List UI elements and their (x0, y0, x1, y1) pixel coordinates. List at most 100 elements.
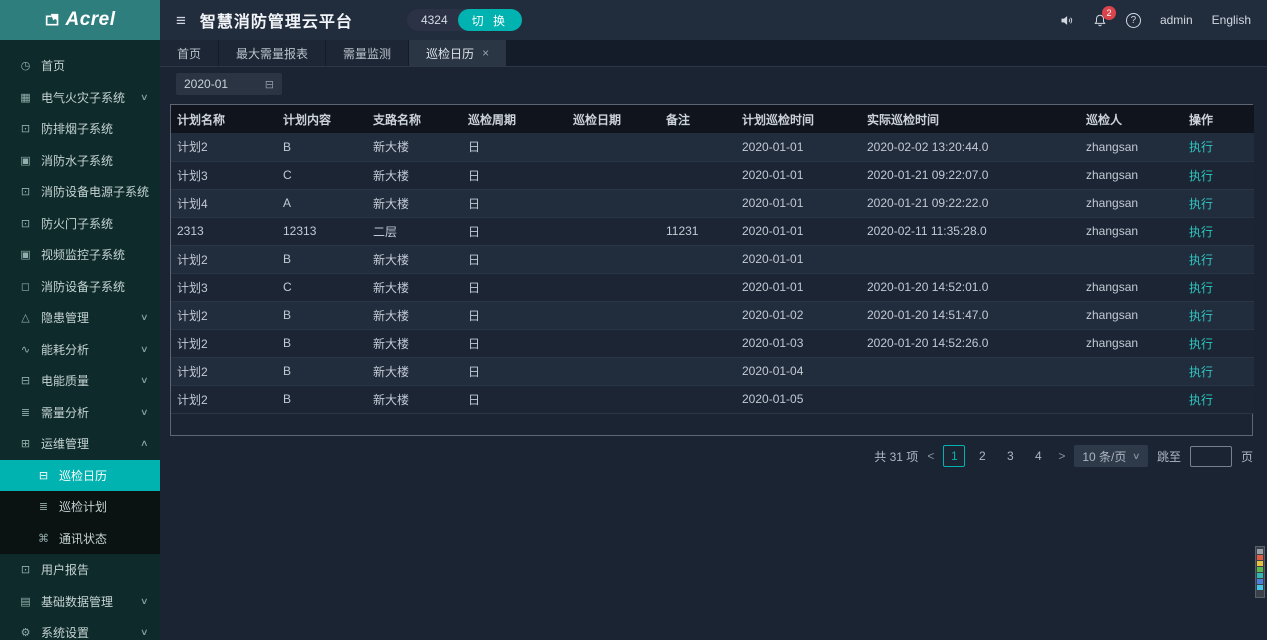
sidebar-item-power-quality[interactable]: ⊟电能质量∨ (0, 365, 160, 397)
table-row: 计划2B新大楼日2020-01-022020-01-20 14:51:47.0z… (171, 301, 1254, 329)
table-cell: 计划2 (171, 385, 277, 413)
table-cell: C (277, 273, 367, 301)
notifications-bell-icon[interactable]: 2 (1093, 13, 1107, 28)
table-cell (660, 385, 736, 413)
execute-link[interactable]: 执行 (1189, 365, 1213, 379)
close-icon[interactable]: × (482, 46, 489, 60)
execute-link[interactable]: 执行 (1189, 225, 1213, 239)
tab-bar: 首页 最大需量报表需量监测巡检日历× (160, 40, 1267, 67)
tab-max-demand-report[interactable]: 最大需量报表 (219, 40, 325, 66)
sidebar-item-communication-status[interactable]: ⌘通讯状态 (0, 523, 160, 555)
table-cell: 2020-01-04 (736, 357, 861, 385)
warning-icon: △ (18, 311, 33, 324)
page-button-2[interactable]: 2 (971, 445, 993, 467)
table-cell (861, 245, 1080, 273)
prev-page-icon[interactable]: < (927, 449, 934, 463)
action-cell: 执行 (1183, 133, 1254, 161)
sidebar-item-home[interactable]: ◷首页 (0, 50, 160, 82)
table-row: 计划2B新大楼日2020-01-01执行 (171, 245, 1254, 273)
execute-link[interactable]: 执行 (1189, 169, 1213, 183)
sidebar-item-ops-management-label: 运维管理 (41, 435, 89, 452)
sidebar-item-electrical-fire[interactable]: ▦电气火灾子系统∨ (0, 82, 160, 114)
sidebar-item-smoke-control-label: 防排烟子系统 (41, 120, 113, 137)
sidebar-item-fire-equipment[interactable]: ◻消防设备子系统 (0, 271, 160, 303)
table-cell: 日 (462, 329, 567, 357)
next-page-icon[interactable]: > (1058, 449, 1065, 463)
list-icon: ≣ (18, 406, 33, 419)
execute-link[interactable]: 执行 (1189, 337, 1213, 351)
list-icon: ≣ (36, 500, 51, 513)
tab-home-label: 首页 (177, 45, 201, 62)
execute-link[interactable]: 执行 (1189, 253, 1213, 267)
table-cell: 新大楼 (367, 357, 462, 385)
table-cell: 11231 (660, 217, 736, 245)
sidebar-item-ops-management[interactable]: ⊞运维管理∧ (0, 428, 160, 460)
sidebar-item-video-monitor-label: 视频监控子系统 (41, 246, 125, 263)
table-cell (567, 245, 660, 273)
calendar-icon: ⊟ (36, 469, 51, 482)
user-menu[interactable]: admin (1160, 13, 1193, 27)
action-cell: 执行 (1183, 189, 1254, 217)
sidebar-item-hazard-management[interactable]: △隐患管理∨ (0, 302, 160, 334)
tab-inspection-calendar[interactable]: 巡检日历× (409, 40, 506, 66)
table-cell: 日 (462, 385, 567, 413)
execute-link[interactable]: 执行 (1189, 393, 1213, 407)
sidebar-item-fire-equipment-label: 消防设备子系统 (41, 278, 125, 295)
sidebar-item-fire-door-label: 防火门子系统 (41, 215, 113, 232)
execute-link[interactable]: 执行 (1189, 309, 1213, 323)
gear-icon: ⚙ (18, 626, 33, 639)
speaker-icon[interactable] (1059, 13, 1074, 28)
column-header: 巡检日期 (567, 105, 660, 133)
network-icon: ⌘ (36, 532, 51, 545)
sidebar-item-fire-equipment-power[interactable]: ⊡消防设备电源子系统 (0, 176, 160, 208)
sidebar-item-inspection-calendar[interactable]: ⊟巡检日历 (0, 460, 160, 492)
sidebar-item-demand-analysis[interactable]: ≣需量分析∨ (0, 397, 160, 429)
month-picker[interactable]: 2020-01 ⊟ (176, 73, 282, 95)
execute-link[interactable]: 执行 (1189, 140, 1213, 154)
idcard-icon: ▤ (18, 595, 33, 608)
sidebar-item-home-label: 首页 (41, 57, 65, 74)
table-cell: B (277, 329, 367, 357)
table-cell (660, 245, 736, 273)
table-cell (660, 301, 736, 329)
sidebar-menu: ◷首页▦电气火灾子系统∨⊡防排烟子系统▣消防水子系统⊡消防设备电源子系统⊡防火门… (0, 40, 160, 640)
tab-demand-monitor[interactable]: 需量监测 (326, 40, 408, 66)
action-cell: 执行 (1183, 217, 1254, 245)
table-cell: 计划4 (171, 189, 277, 217)
sidebar-item-inspection-plan-label: 巡检计划 (59, 498, 107, 515)
monitor-icon: ⊞ (18, 437, 33, 450)
sidebar-item-fire-water-label: 消防水子系统 (41, 152, 113, 169)
language-toggle[interactable]: English (1212, 13, 1251, 27)
chevron-down-icon: ∨ (140, 344, 149, 355)
brand-name: Acrel (65, 9, 115, 31)
sidebar-item-fire-water[interactable]: ▣消防水子系统 (0, 145, 160, 177)
page-button-4[interactable]: 4 (1027, 445, 1049, 467)
jump-page-input[interactable] (1190, 446, 1232, 467)
column-header: 巡检周期 (462, 105, 567, 133)
help-icon[interactable]: ? (1126, 13, 1141, 28)
chart-icon: ▦ (18, 91, 33, 104)
scroll-marker (1257, 579, 1263, 584)
sidebar-item-smoke-control[interactable]: ⊡防排烟子系统 (0, 113, 160, 145)
sidebar-item-system-settings-label: 系统设置 (41, 624, 89, 640)
sidebar-item-video-monitor[interactable]: ▣视频监控子系统 (0, 239, 160, 271)
sidebar-item-fire-door[interactable]: ⊡防火门子系统 (0, 208, 160, 240)
menu-collapse-icon[interactable]: ≡ (176, 12, 186, 29)
execute-link[interactable]: 执行 (1189, 197, 1213, 211)
table-row: 计划4A新大楼日2020-01-012020-01-21 09:22:22.0z… (171, 189, 1254, 217)
execute-link[interactable]: 执行 (1189, 281, 1213, 295)
table-cell: zhangsan (1080, 301, 1183, 329)
page-size-select[interactable]: 10 条/页 ∨ (1074, 445, 1148, 467)
table-cell (861, 385, 1080, 413)
sidebar-item-energy-analysis[interactable]: ∿能耗分析∨ (0, 334, 160, 366)
inspection-table: 计划名称计划内容支路名称巡检周期巡检日期备注计划巡检时间实际巡检时间巡检人操作 … (170, 104, 1253, 436)
tab-home[interactable]: 首页 (160, 40, 218, 66)
column-header: 操作 (1183, 105, 1254, 133)
switch-station-button[interactable]: 切 换 (458, 9, 522, 31)
sidebar-item-inspection-plan[interactable]: ≣ 巡检计划 (0, 491, 160, 523)
sidebar-item-user-report[interactable]: ⊡用户报告 (0, 554, 160, 586)
page-button-3[interactable]: 3 (999, 445, 1021, 467)
sidebar-item-basic-data[interactable]: ▤基础数据管理∨ (0, 586, 160, 618)
sidebar-item-system-settings[interactable]: ⚙系统设置∨ (0, 617, 160, 640)
page-button-1[interactable]: 1 (943, 445, 965, 467)
